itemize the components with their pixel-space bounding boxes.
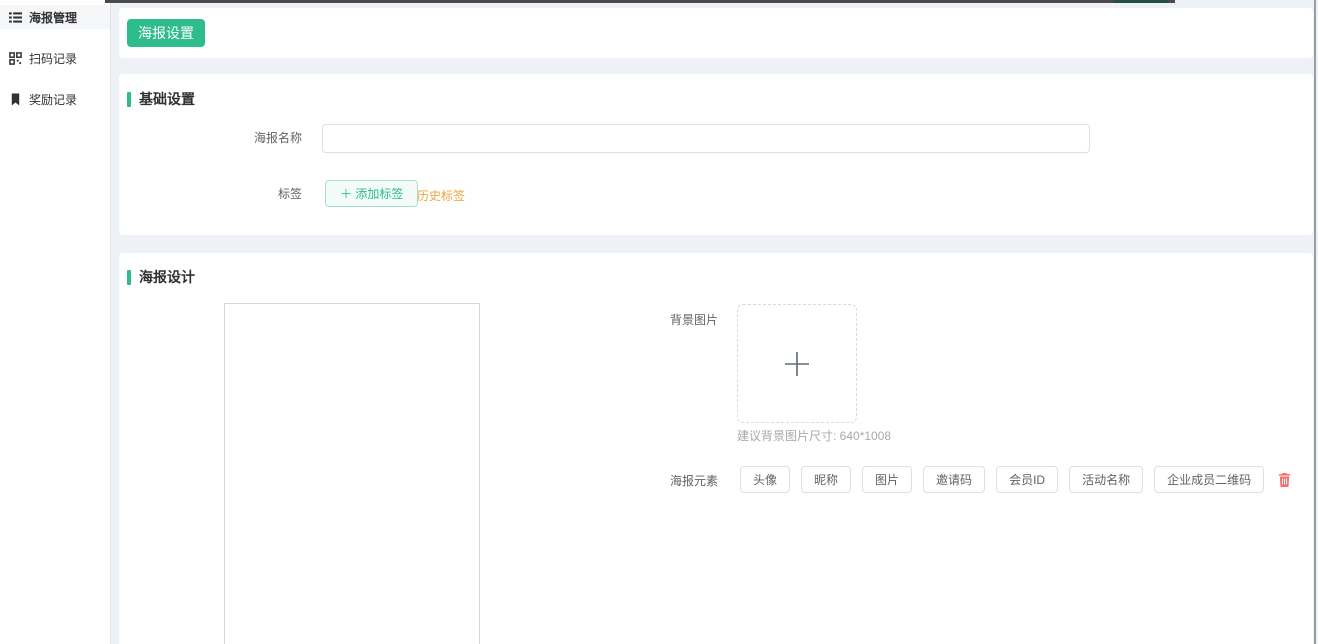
element-button-image[interactable]: 图片 <box>862 466 912 493</box>
window-right-edge <box>1314 0 1316 644</box>
tags-label: 标签 <box>119 180 302 208</box>
sidebar-item-label: 扫码记录 <box>29 50 77 67</box>
poster-design-card: 海报设计 背景图片 建议背景图片尺寸: 640*1008 海报元素 头像 昵称 … <box>119 253 1313 644</box>
element-button-nickname[interactable]: 昵称 <box>801 466 851 493</box>
sidebar-item-poster-management[interactable]: 海报管理 <box>0 5 110 29</box>
poster-name-label: 海报名称 <box>119 124 302 152</box>
plus-icon <box>782 349 812 379</box>
poster-preview-canvas[interactable] <box>224 303 480 644</box>
poster-name-input[interactable] <box>322 124 1090 153</box>
list-icon <box>9 11 22 24</box>
element-button-enterprise-qr[interactable]: 企业成员二维码 <box>1154 466 1264 493</box>
poster-elements-row: 头像 昵称 图片 邀请码 会员ID 活动名称 企业成员二维码 <box>740 466 1292 493</box>
sidebar-item-label: 海报管理 <box>29 9 77 26</box>
background-image-upload[interactable] <box>737 304 857 423</box>
basic-settings-card: 基础设置 海报名称 标签 ＋ 添加标签 历史标签 <box>119 74 1313 235</box>
sidebar: 海报管理 扫码记录 奖励记录 <box>0 0 111 644</box>
history-tags-link[interactable]: 历史标签 <box>417 187 465 204</box>
section-accent-bar <box>127 92 131 107</box>
background-image-label: 背景图片 <box>563 311 718 328</box>
sidebar-item-reward-records[interactable]: 奖励记录 <box>0 87 110 111</box>
toolbar-card: 海报设置 <box>119 8 1313 58</box>
element-button-activity-name[interactable]: 活动名称 <box>1069 466 1143 493</box>
window-edge-strip <box>105 0 1175 3</box>
trash-icon <box>1277 472 1292 488</box>
delete-element-button[interactable] <box>1277 472 1292 488</box>
sidebar-item-label: 奖励记录 <box>29 91 77 108</box>
element-button-member-id[interactable]: 会员ID <box>996 466 1058 493</box>
section-accent-bar <box>127 270 131 285</box>
add-tag-button[interactable]: ＋ 添加标签 <box>325 180 418 207</box>
element-button-avatar[interactable]: 头像 <box>740 466 790 493</box>
poster-settings-button[interactable]: 海报设置 <box>127 19 205 47</box>
bookmark-icon <box>9 93 22 106</box>
sidebar-item-scan-records[interactable]: 扫码记录 <box>0 46 110 70</box>
upload-size-hint: 建议背景图片尺寸: 640*1008 <box>737 427 891 444</box>
window-edge-strip-accent <box>1113 0 1168 3</box>
poster-design-title: 海报设计 <box>127 267 195 287</box>
qr-code-icon <box>9 52 22 65</box>
element-button-invite-code[interactable]: 邀请码 <box>923 466 985 493</box>
poster-elements-label: 海报元素 <box>563 472 718 489</box>
basic-settings-title: 基础设置 <box>127 89 195 109</box>
